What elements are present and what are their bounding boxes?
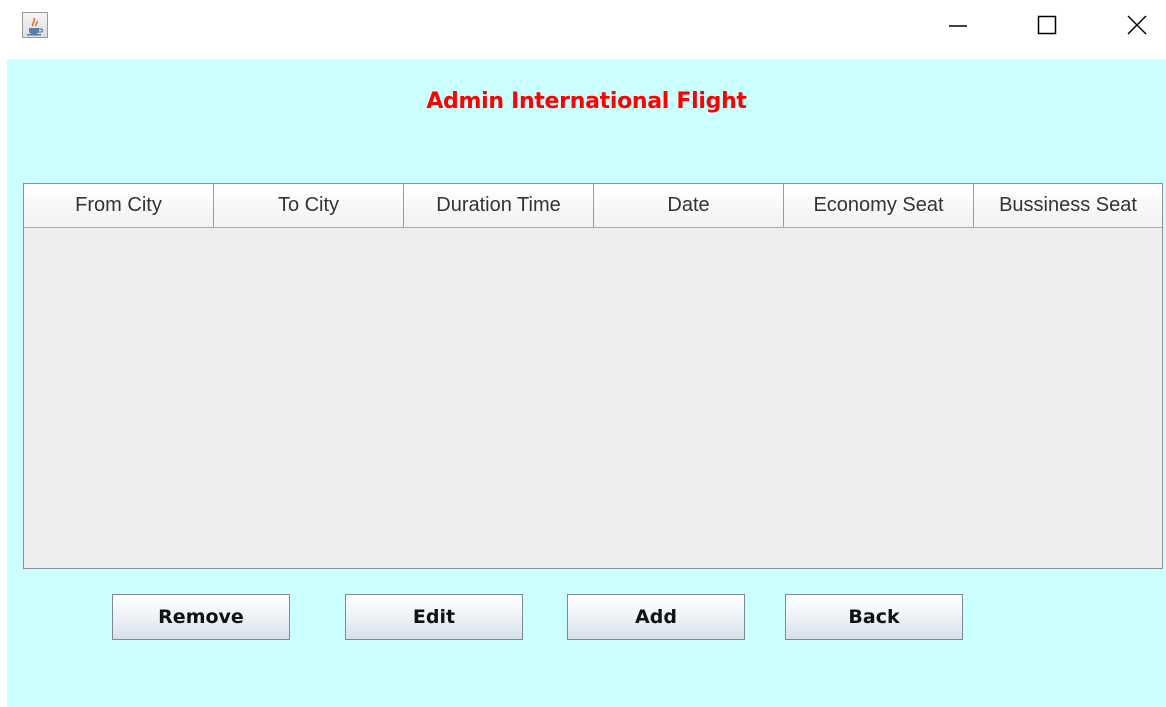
table-header: From City To City Duration Time Date Eco… [24, 184, 1162, 228]
add-button-label: Add [635, 606, 677, 628]
column-header-date[interactable]: Date [594, 184, 784, 227]
close-button[interactable] [1109, 0, 1165, 50]
add-button[interactable]: Add [567, 594, 745, 640]
column-header-duration-time[interactable]: Duration Time [404, 184, 594, 227]
maximize-icon [1037, 15, 1057, 35]
remove-button[interactable]: Remove [112, 594, 290, 640]
remove-button-label: Remove [158, 606, 244, 628]
column-header-to-city[interactable]: To City [214, 184, 404, 227]
column-header-from-city[interactable]: From City [24, 184, 214, 227]
maximize-button[interactable] [1019, 0, 1075, 50]
back-button[interactable]: Back [785, 594, 963, 640]
back-button-label: Back [848, 606, 900, 628]
flight-table[interactable]: From City To City Duration Time Date Eco… [23, 183, 1163, 569]
java-cup-icon[interactable] [22, 12, 48, 38]
page-title: Admin International Flight [426, 89, 747, 114]
edit-button-label: Edit [412, 606, 456, 628]
edit-button[interactable]: Edit [345, 594, 523, 640]
minimize-icon [949, 25, 967, 27]
minimize-button[interactable] [930, 0, 986, 50]
app-window: Admin International Flight From City To … [0, 0, 1166, 707]
title-bar[interactable] [0, 0, 1166, 58]
column-header-economy-seat[interactable]: Economy Seat [784, 184, 974, 227]
table-body[interactable] [24, 228, 1162, 568]
column-header-bussiness-seat[interactable]: Bussiness Seat [974, 184, 1162, 227]
close-icon [1127, 15, 1147, 35]
content-panel: Admin International Flight From City To … [7, 59, 1166, 707]
